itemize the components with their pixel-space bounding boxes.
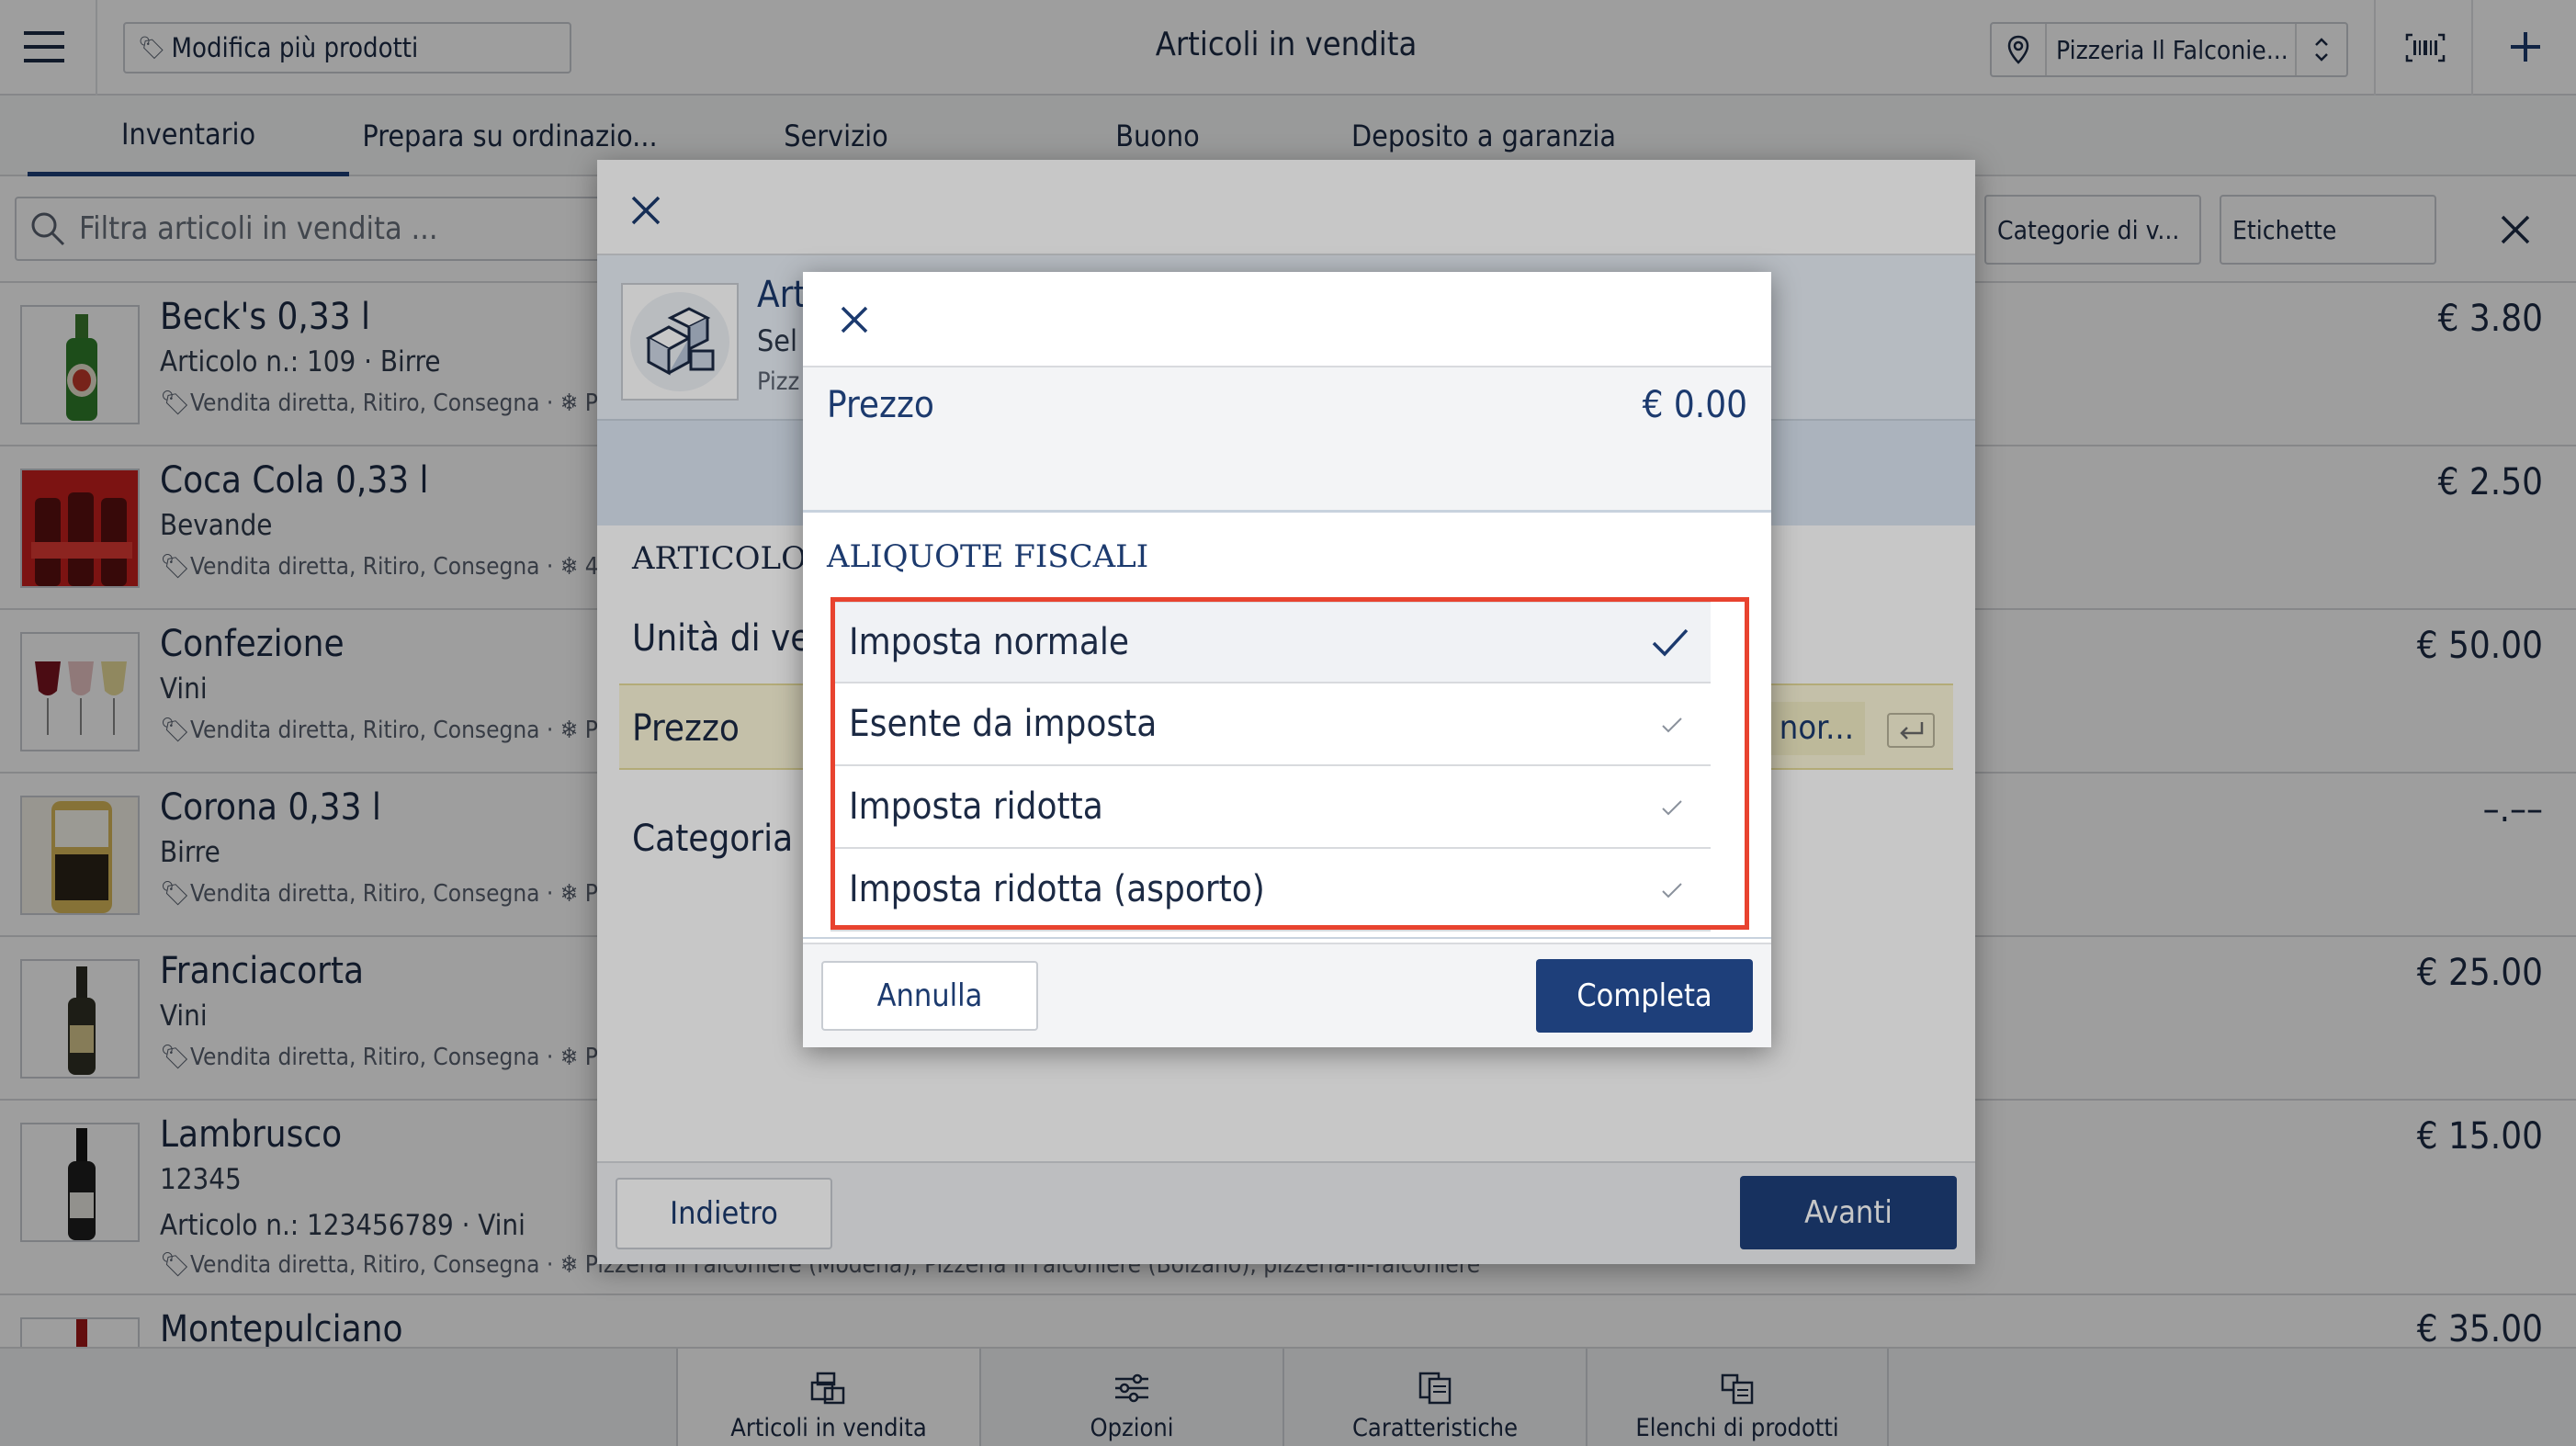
complete-button[interactable]: Completa	[1536, 959, 1753, 1033]
highlight-box	[830, 597, 1749, 930]
close-icon[interactable]	[840, 305, 869, 334]
section-title: ALIQUOTE FISCALI	[827, 538, 1149, 575]
tax-rate-dialog: Prezzo € 0.00 ALIQUOTE FISCALI Imposta n…	[803, 272, 1771, 1047]
price-value: € 0.00	[1642, 384, 1747, 426]
price-summary	[803, 367, 1771, 513]
price-label: Prezzo	[827, 384, 934, 426]
cancel-button[interactable]: Annulla	[821, 961, 1038, 1031]
dialog-header	[803, 272, 1771, 367]
